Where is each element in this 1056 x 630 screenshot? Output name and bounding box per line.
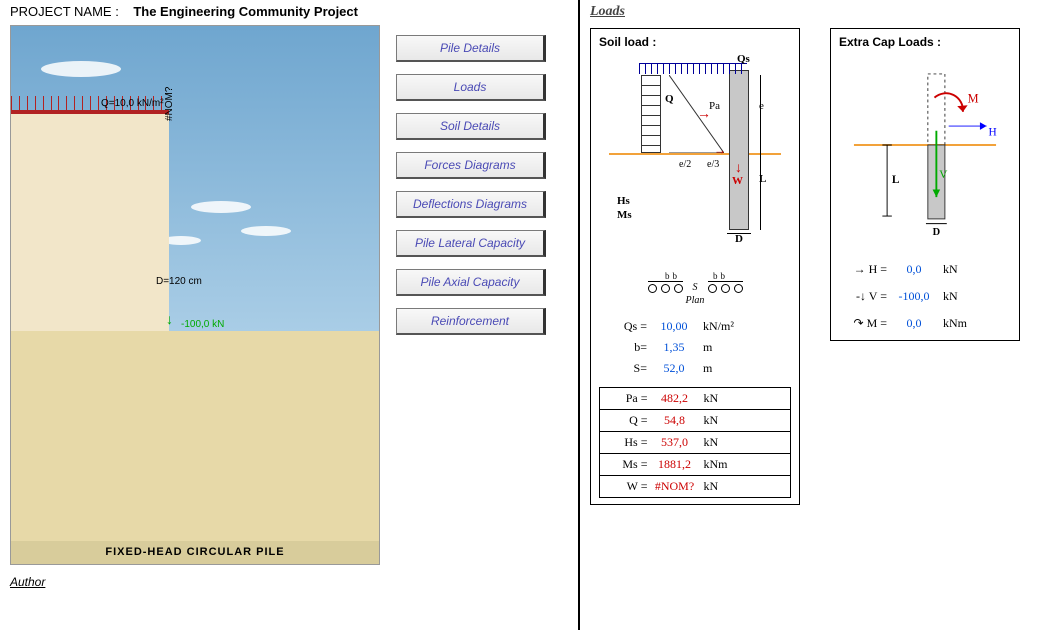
pile-lateral-capacity-button[interactable]: Pile Lateral Capacity — [396, 230, 546, 257]
plan-diagram: bbbb S Plan — [599, 271, 791, 306]
svg-text:D: D — [933, 227, 941, 235]
pile-axial-capacity-button[interactable]: Pile Axial Capacity — [396, 269, 546, 296]
table-row: Q =54,8kN — [600, 410, 791, 432]
pile-illustration: Q=10,0 kN/m² #NOM? D=120 cm ↓ -100,0 kN … — [10, 25, 380, 565]
forces-diagrams-button[interactable]: Forces Diagrams — [396, 152, 546, 179]
loads-button[interactable]: Loads — [396, 74, 546, 101]
table-row: S=52,0m — [599, 358, 791, 379]
vertical-load-label: -100,0 kN — [181, 319, 224, 330]
extra-loads-table: → H =0,0kN -↓ V =-100,0kN ↷ M =0,0kNm — [839, 259, 1011, 334]
table-row: W =#NOM?kN — [600, 476, 791, 498]
svg-text:M: M — [968, 91, 979, 105]
table-row: Ms =1881,2kNm — [600, 454, 791, 476]
reinforcement-button[interactable]: Reinforcement — [396, 308, 546, 335]
table-row: b=1,35m — [599, 337, 791, 358]
extra-cap-loads-title: Extra Cap Loads : — [839, 35, 1011, 49]
pile-caption: FIXED-HEAD CIRCULAR PILE — [11, 546, 379, 558]
deflections-diagrams-button[interactable]: Deflections Diagrams — [396, 191, 546, 218]
soil-results-table: Pa =482,2kN Q =54,8kN Hs =537,0kN Ms =18… — [599, 387, 791, 498]
q-surcharge-label: Q=10,0 kN/m² — [101, 98, 164, 109]
author-label: Author — [10, 575, 568, 589]
loads-section-title: Loads — [590, 4, 1046, 20]
nom-vertical-label: #NOM? — [164, 87, 175, 121]
table-row: Qs =10,00kN/m² — [599, 316, 791, 337]
vertical-load-arrow-icon: ↓ — [166, 311, 173, 327]
project-label: PROJECT NAME : — [10, 4, 119, 19]
table-row: → H =0,0kN — [839, 259, 1011, 280]
table-row: -↓ V =-100,0kN — [839, 286, 1011, 307]
project-name: The Engineering Community Project — [133, 4, 358, 19]
project-line: PROJECT NAME : The Engineering Community… — [10, 4, 568, 19]
svg-text:L: L — [892, 174, 900, 186]
table-row: Pa =482,2kN — [600, 388, 791, 410]
soil-load-title: Soil load : — [599, 35, 791, 49]
pile-diameter-label: D=120 cm — [156, 276, 202, 287]
soil-details-button[interactable]: Soil Details — [396, 113, 546, 140]
pile-details-button[interactable]: Pile Details — [396, 35, 546, 62]
soil-inputs-table: Qs =10,00kN/m² b=1,35m S=52,0m — [599, 316, 791, 379]
soil-load-panel: Soil load : → → ↓ Qs — [590, 28, 800, 505]
svg-text:V: V — [939, 169, 948, 181]
svg-text:H: H — [988, 127, 996, 139]
soil-load-diagram: → → ↓ Qs Q Pa e e/2 e/3 W L D — [599, 55, 791, 265]
extra-cap-loads-panel: Extra Cap Loads : — [830, 28, 1020, 341]
table-row: ↷ M =0,0kNm — [839, 313, 1011, 334]
table-row: Hs =537,0kN — [600, 432, 791, 454]
nav-button-column: Pile Details Loads Soil Details Forces D… — [396, 25, 546, 565]
extra-cap-diagram: M H V L D — [839, 55, 1011, 255]
